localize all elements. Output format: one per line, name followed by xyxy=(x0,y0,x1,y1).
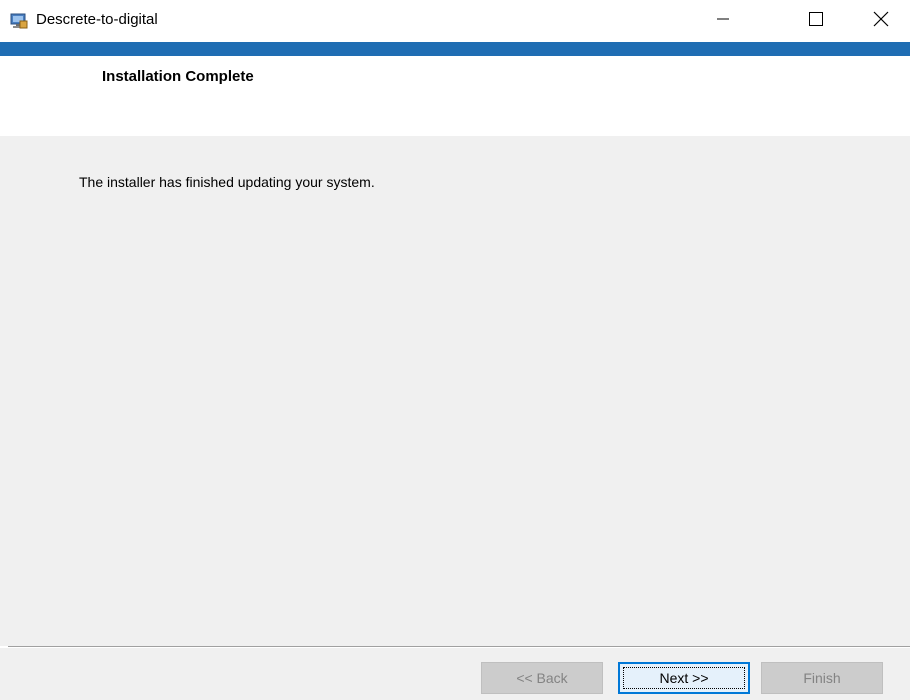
title-bar[interactable]: Descrete-to-digital xyxy=(0,0,910,42)
wizard-footer: << Back Next >> Finish xyxy=(0,648,910,700)
maximize-icon xyxy=(809,11,823,31)
page-title: Installation Complete xyxy=(102,68,254,85)
finish-button[interactable]: Finish xyxy=(761,662,883,694)
wizard-header: Installation Complete xyxy=(0,56,910,136)
close-icon xyxy=(873,11,889,32)
wizard-body: The installer has finished updating your… xyxy=(0,136,910,646)
completion-message: The installer has finished updating your… xyxy=(79,174,375,190)
minimize-button[interactable] xyxy=(700,0,746,42)
back-button-label: << Back xyxy=(516,670,568,686)
maximize-button[interactable] xyxy=(793,0,839,42)
next-button-label: Next >> xyxy=(659,670,709,686)
back-button[interactable]: << Back xyxy=(481,662,603,694)
finish-button-label: Finish xyxy=(803,670,841,686)
window-title: Descrete-to-digital xyxy=(36,11,158,28)
installer-app-icon xyxy=(10,12,28,30)
minimize-icon xyxy=(717,12,729,30)
next-button[interactable]: Next >> xyxy=(618,662,750,694)
close-button[interactable] xyxy=(858,0,904,42)
installer-window: Descrete-to-digital Installation Complet… xyxy=(0,0,910,700)
accent-bar xyxy=(0,42,910,56)
